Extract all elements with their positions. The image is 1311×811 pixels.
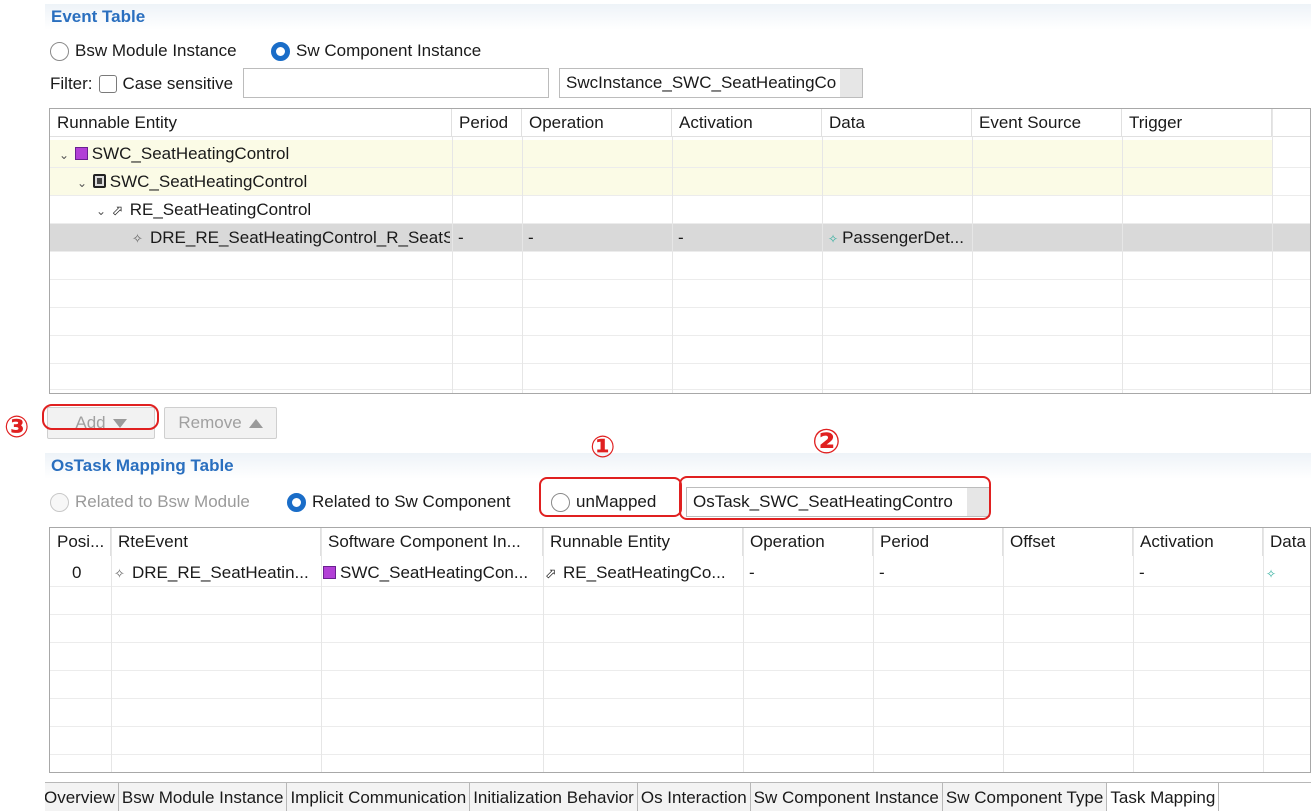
tab-implicit-communication[interactable]: Implicit Communication: [287, 783, 471, 811]
filter-row: Filter: Case sensitive: [50, 74, 233, 94]
tab-task-mapping[interactable]: Task Mapping: [1107, 783, 1220, 811]
tab-bsw-module-instance[interactable]: Bsw Module Instance: [118, 783, 288, 811]
radio-related-sw-component[interactable]: Related to Sw Component: [287, 492, 510, 512]
table-row[interactable]: ⌄ SWC_SeatHeatingControl: [50, 140, 1272, 168]
data-element-icon: ✧: [828, 232, 839, 246]
radio-disabled-icon[interactable]: [50, 492, 69, 512]
col-runnable-entity[interactable]: Runnable Entity: [543, 528, 743, 556]
radio-checked-icon[interactable]: [271, 41, 290, 61]
col-rte-event[interactable]: RteEvent: [111, 528, 321, 556]
filter-input[interactable]: [243, 68, 549, 98]
radio-checked-icon[interactable]: [287, 492, 306, 512]
cell-operation: -: [528, 228, 534, 247]
col-event-source[interactable]: Event Source: [972, 109, 1122, 137]
cell-data: ✧: [1266, 559, 1280, 587]
col-data[interactable]: Data: [1263, 528, 1310, 556]
event-icon: ✧: [132, 231, 143, 246]
annotation-box-3: [42, 404, 159, 430]
component-instance-icon: [323, 566, 336, 579]
tree-cell: ✧ DRE_RE_SeatHeatingControl_R_SeatS: [132, 224, 450, 252]
runnable-icon: ⬀: [111, 202, 124, 218]
tab-overview[interactable]: Overview: [45, 783, 119, 811]
col-data[interactable]: Data: [822, 109, 972, 137]
editor-tab-bar: Overview Bsw Module Instance Implicit Co…: [45, 782, 1311, 811]
radio-sw-component-instance[interactable]: Sw Component Instance: [271, 41, 481, 61]
radio-related-bsw-label: Related to Bsw Module: [75, 492, 250, 511]
table-row[interactable]: ⌄ ⬀ RE_SeatHeatingControl: [50, 196, 1310, 224]
case-sensitive-checkbox[interactable]: [98, 75, 117, 93]
case-sensitive-label: Case sensitive: [122, 74, 234, 93]
col-position[interactable]: Posi...: [50, 528, 111, 556]
event-table-header: Event Table: [45, 4, 1311, 30]
ostask-table-title: OsTask Mapping Table: [51, 456, 234, 475]
data-element-icon: ✧: [1266, 567, 1277, 581]
cell-rte-event: ✧ DRE_RE_SeatHeatin...: [114, 559, 319, 587]
event-icon: ✧: [114, 566, 125, 581]
remove-button[interactable]: Remove: [164, 407, 277, 439]
tab-sw-component-type[interactable]: Sw Component Type: [942, 783, 1108, 811]
tree-cell: ⌄ ⬀ RE_SeatHeatingControl: [95, 196, 311, 224]
table-row[interactable]: ⌄ SWC_SeatHeatingControl: [50, 168, 1272, 196]
col-operation[interactable]: Operation: [743, 528, 873, 556]
tab-sw-component-instance[interactable]: Sw Component Instance: [750, 783, 943, 811]
annotation-box-2: [679, 476, 991, 520]
table-row[interactable]: 0 ✧ DRE_RE_SeatHeatin... SWC_SeatHeatingC…: [50, 559, 1310, 587]
chevron-down-icon[interactable]: ⌄: [76, 169, 88, 196]
radio-bsw-label: Bsw Module Instance: [75, 41, 237, 60]
event-table-head: Runnable Entity Period Operation Activat…: [50, 109, 1310, 137]
col-runnable-entity[interactable]: Runnable Entity: [50, 109, 452, 137]
chevron-down-icon[interactable]: ⌄: [58, 141, 70, 168]
col-activation[interactable]: Activation: [1133, 528, 1263, 556]
radio-icon[interactable]: [50, 41, 69, 61]
component-instance-icon: [74, 147, 88, 160]
cell-period: -: [458, 228, 464, 247]
cell-runnable: ⬀ RE_SeatHeatingCo...: [545, 559, 741, 587]
table-row-selected[interactable]: ✧ DRE_RE_SeatHeatingControl_R_SeatS - - -…: [50, 224, 1310, 252]
filter-label: Filter:: [50, 74, 93, 93]
cell-activation: -: [678, 228, 684, 247]
radio-related-swc-label: Related to Sw Component: [312, 492, 511, 511]
cell-position: 0: [72, 563, 82, 582]
instance-select[interactable]: SwcInstance_SWC_SeatHeatingCo: [559, 68, 863, 98]
event-table: Runnable Entity Period Operation Activat…: [49, 108, 1311, 394]
annotation-box-1: [539, 477, 682, 517]
radio-bsw-module-instance[interactable]: Bsw Module Instance: [50, 41, 237, 61]
cell-operation: -: [749, 563, 755, 582]
runnable-icon: ⬀: [545, 565, 557, 581]
chevron-down-icon[interactable]: ⌄: [95, 197, 107, 224]
cell-data: ✧ PassengerDet...: [828, 228, 964, 247]
tab-initialization-behavior[interactable]: Initialization Behavior: [470, 783, 638, 811]
tree-cell: ⌄ SWC_SeatHeatingControl: [58, 140, 289, 168]
col-activation[interactable]: Activation: [672, 109, 822, 137]
ostask-table-head: Posi... RteEvent Software Component In..…: [50, 528, 1310, 556]
col-operation[interactable]: Operation: [522, 109, 672, 137]
cell-activation: -: [1139, 563, 1145, 582]
col-period[interactable]: Period: [452, 109, 522, 137]
tree-cell: ⌄ SWC_SeatHeatingControl: [76, 168, 307, 196]
annotation-number-3: ③: [4, 410, 30, 445]
radio-related-bsw-module[interactable]: Related to Bsw Module: [50, 492, 250, 512]
annotation-number-1: ①: [590, 430, 616, 465]
col-offset[interactable]: Offset: [1003, 528, 1133, 556]
instance-select-value: SwcInstance_SWC_SeatHeatingCo: [566, 73, 837, 92]
ostask-table: Posi... RteEvent Software Component In..…: [49, 527, 1311, 773]
ostask-table-header: OsTask Mapping Table: [45, 453, 1311, 479]
col-swc-instance[interactable]: Software Component In...: [321, 528, 543, 556]
radio-swc-label: Sw Component Instance: [296, 41, 482, 60]
tab-os-interaction[interactable]: Os Interaction: [637, 783, 751, 811]
col-period[interactable]: Period: [873, 528, 1003, 556]
dropdown-arrow-icon[interactable]: [840, 69, 862, 97]
cell-swc-instance: SWC_SeatHeatingCon...: [323, 559, 541, 587]
component-prototype-icon: [92, 174, 106, 188]
remove-button-label: Remove: [178, 413, 242, 432]
triangle-up-icon: [248, 418, 263, 428]
event-table-title: Event Table: [51, 7, 146, 26]
cell-period: -: [879, 563, 885, 582]
annotation-number-2: ②: [812, 422, 841, 462]
col-trigger[interactable]: Trigger: [1122, 109, 1272, 137]
